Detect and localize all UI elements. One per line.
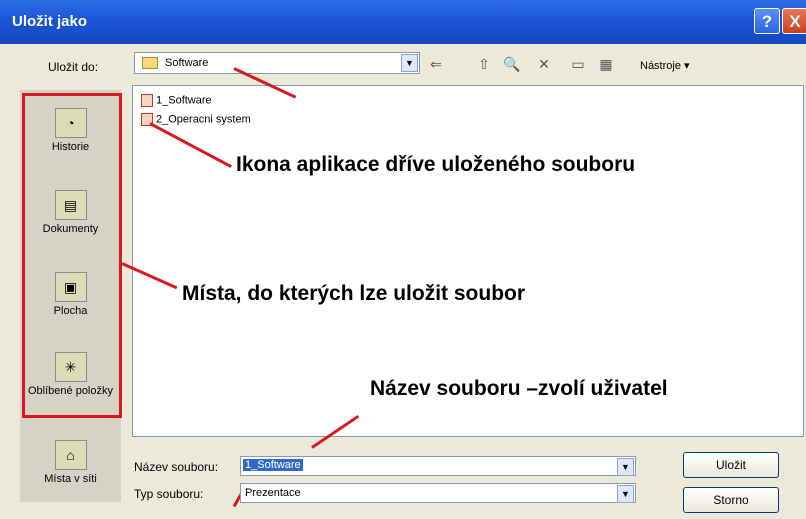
up-folder-icon[interactable]: ⇧	[474, 54, 494, 74]
back-icon[interactable]: ⇐	[426, 54, 446, 74]
file-name: 2_Operacni system	[156, 113, 251, 126]
places-highlight-frame	[22, 93, 122, 418]
close-button[interactable]: X	[782, 8, 806, 34]
place-label: Místa v síti	[44, 473, 97, 485]
title-bar: Uložit jako ? X	[0, 0, 806, 44]
help-button[interactable]: ?	[754, 8, 780, 34]
search-web-icon[interactable]: 🔍	[502, 54, 522, 74]
filetype-select[interactable]: Prezentace ▼	[240, 483, 636, 503]
filename-value: 1_Software	[243, 459, 303, 471]
chevron-down-icon[interactable]: ▼	[617, 458, 634, 476]
annotation-places-note: Místa, do kterých lze uložit soubor	[182, 282, 526, 305]
delete-icon[interactable]: ✕	[534, 54, 554, 74]
tools-menu[interactable]: Nástroje ▾	[640, 59, 690, 72]
filename-label: Název souboru:	[134, 460, 219, 474]
save-in-value: Software	[165, 57, 209, 69]
file-name: 1_Software	[156, 94, 212, 107]
filetype-value: Prezentace	[245, 487, 301, 499]
cancel-button[interactable]: Storno	[683, 487, 779, 513]
annotation-filename-note: Název souboru –zvolí uživatel	[370, 377, 668, 400]
filename-input[interactable]: 1_Software ▼	[240, 456, 636, 476]
network-icon: ⌂	[54, 440, 87, 470]
save-in-combo[interactable]: Software ▼	[134, 52, 420, 74]
chevron-down-icon[interactable]: ▼	[617, 485, 634, 503]
filetype-label: Typ souboru:	[134, 487, 204, 501]
list-item[interactable]: 2_Operacni system	[141, 113, 251, 126]
window-title: Uložit jako	[12, 13, 88, 30]
views-icon[interactable]: ▦	[596, 54, 616, 74]
new-folder-icon[interactable]: ▭	[568, 54, 588, 74]
chevron-down-icon[interactable]: ▼	[401, 54, 418, 72]
save-in-label: Uložit do:	[48, 60, 99, 74]
annotation-icon-note: Ikona aplikace dříve uloženého souboru	[236, 153, 636, 176]
save-button[interactable]: Uložit	[683, 452, 779, 478]
folder-icon	[142, 57, 158, 69]
presentation-file-icon	[141, 94, 153, 107]
list-item[interactable]: 1_Software	[141, 94, 212, 107]
place-network[interactable]: ⌂ Místa v síti	[20, 440, 121, 485]
